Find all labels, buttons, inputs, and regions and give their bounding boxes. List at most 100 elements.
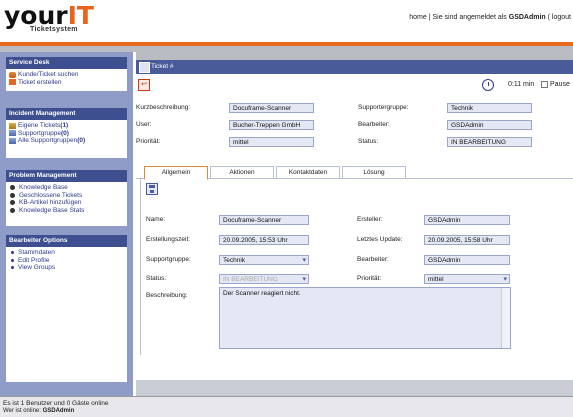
sidebar-item-add-kb[interactable]: KB-Artikel hinzufügen [9,199,124,207]
status-select: IN BEARBEITUNG [219,274,309,284]
sidebar-item-kb-stats[interactable]: Knowledge Base Stats [9,207,124,215]
sidebar-item-create-ticket[interactable]: Ticket erstellen [9,79,124,87]
support-group-label: Supportgruppe: [146,256,191,263]
home-link[interactable]: home [409,14,427,21]
sidebar-item-label: View Groups [18,264,56,271]
save-button[interactable] [146,183,158,195]
online-count: Es ist 1 Benutzer und 0 Gäste online [3,400,109,407]
create-ticket-icon [9,79,16,86]
online-user: GSDAdmin [42,408,75,414]
creator-label: Ersteller: [357,216,383,223]
support-group-value: Technik [447,103,532,113]
status-value: IN BEARBEITUNG [447,137,532,147]
close-ticket-button[interactable]: ↩ [138,79,150,91]
sidebar-item-knowledge-base[interactable]: Knowledge Base [9,184,124,192]
logout-link[interactable]: ( logout [546,14,571,21]
problem-panel: Problem Management Knowledge Base Geschl… [6,170,127,226]
gear-icon [10,200,15,206]
user-label: User: [136,121,152,128]
group-icon [9,130,16,137]
tab-label: Kontaktdaten [288,169,328,176]
sidebar-item-label: Kunde/Ticket suchen [18,71,79,78]
name-input[interactable]: Docuframe-Scanner [219,215,309,225]
sidebar-item-label: Knowledge Base Stats [19,206,85,214]
sidebar-item-label: Stammdaten [18,249,55,256]
gear-icon [10,185,15,191]
ticket-count: (0) [61,129,69,137]
summary-value: Docuframe-Scanner [229,103,314,113]
tab-allgemein[interactable]: Allgemein [144,166,208,180]
footer: Es ist 1 Benutzer und 0 Gäste online Wer… [0,396,573,417]
panel-title: Service Desk [6,57,127,69]
panel-title: Problem Management [6,170,127,182]
clock-icon [482,79,494,91]
sidebar-item-own-tickets[interactable]: Eigene Tickets (1) [9,122,124,130]
tab-label: Aktionen [229,169,255,176]
created-label: Erstellungszeit: [146,236,191,243]
sidebar-item-master-data[interactable]: Stammdaten [9,249,124,257]
priority-value: mittel [229,137,314,147]
ticket-icon [139,62,150,73]
sidebar-item-all-groups[interactable]: Alle Supportgruppen (0) [9,137,124,145]
sidebar-item-closed-tickets[interactable]: Geschlossene Tickets [9,192,124,200]
bullet-icon [11,266,14,270]
sidebar-item-label: Ticket erstellen [18,78,62,86]
sidebar-item-label: KB-Artikel hinzufügen [19,199,82,206]
priority-label: Priorität: [357,275,382,282]
logged-in-text: Sie sind angemeldet als [432,14,509,21]
summary-label: Kurzbeschreibung: [136,104,191,111]
priority-select[interactable]: mittel [424,274,510,284]
options-panel: Bearbeiter Options Stammdaten Edit Profi… [6,235,127,382]
online-users: Wer ist online: GSDAdmin [3,408,74,414]
ticket-header: Ticket # [136,60,573,74]
user-value: Bucher-Treppen GmbH [229,120,314,130]
online-users-label: Wer ist online: [3,408,43,414]
description-text: Der Scanner reagiert nicht. [223,290,301,297]
main-bottom-spacer [136,355,573,380]
support-group-select[interactable]: Technik [219,255,309,265]
creator-value: GSDAdmin [424,215,510,225]
ticket-count: (0) [77,137,86,144]
sidebar-item-label: Alle Supportgruppen [18,137,78,144]
support-group-label: Supportergruppe: [358,104,409,111]
status-label: Status: [146,275,167,282]
assignee-value: GSDAdmin [447,120,532,130]
sidebar-item-support-group[interactable]: Supportgruppe (0) [9,130,124,138]
service-desk-panel: Service Desk Kunde/Ticket suchen Ticket … [6,57,127,91]
description-label: Beschreibung: [146,292,188,299]
ticket-title: Ticket # [151,63,174,70]
tab-label: Allgemein [161,169,191,176]
sidebar-item-label: Geschlossene Tickets [19,191,83,199]
name-label: Name: [146,216,166,223]
pause-label: Pause [550,81,570,88]
description-textarea[interactable]: Der Scanner reagiert nicht. [219,287,511,349]
main-top-bar [136,52,573,60]
panel-title: Incident Management [6,108,127,120]
user-status-bar: home | Sie sind angemeldet als GSDAdmin … [409,14,571,21]
current-user: GSDAdmin [508,14,546,21]
search-customer-icon [9,71,16,78]
bullet-icon [11,251,14,255]
logo[interactable]: yourIT Ticketsystem [4,3,94,34]
priority-label: Priorität: [136,138,161,145]
assignee-label: Bearbeiter: [357,256,389,263]
bullet-icon [11,258,14,262]
logo-subtitle: Ticketsystem [30,26,78,33]
description-scrollbar[interactable] [501,288,510,348]
sidebar-item-label: Knowledge Base [19,184,68,191]
last-update-label: Letztes Update: [357,236,403,243]
sidebar-item-search-customer[interactable]: Kunde/Ticket suchen [9,71,124,79]
sidebar: Service Desk Kunde/Ticket suchen Ticket … [0,52,133,396]
status-label: Status: [358,138,379,145]
sidebar-item-label: Edit Profile [18,256,50,264]
groups-icon [9,137,16,144]
sidebar-item-edit-profile[interactable]: Edit Profile [9,257,124,265]
created-value: 20.09.2005, 15:53 Uhr [219,235,309,245]
ticket-list-icon [9,122,16,129]
pause-checkbox[interactable] [541,81,548,88]
gear-icon [10,192,15,198]
sidebar-item-view-groups[interactable]: View Groups [9,264,124,272]
sidebar-item-label: Supportgruppe [18,129,62,137]
assignee-input[interactable]: GSDAdmin [424,255,510,265]
last-update-value: 20.09.2005, 15:58 Uhr [424,235,510,245]
